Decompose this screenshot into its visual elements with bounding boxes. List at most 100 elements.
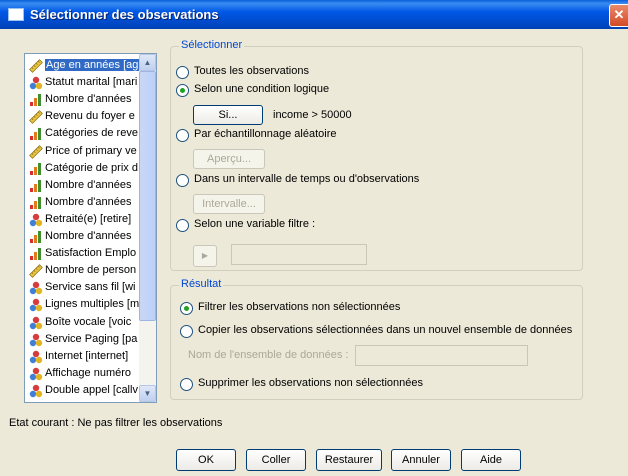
cancel-button[interactable]: Annuler (391, 449, 451, 471)
variable-label: Internet [internet] (45, 349, 129, 362)
variable-item[interactable]: Service sans fil [wi (27, 279, 142, 297)
variable-item[interactable]: Lignes multiples [m (27, 296, 142, 314)
nominal-icon (29, 316, 43, 330)
variable-label: Age en années [ag (45, 59, 140, 71)
variable-label: Catégories de reve (45, 127, 138, 140)
variable-label: Nombre de person (45, 264, 137, 277)
paste-button[interactable]: Coller (246, 449, 306, 471)
sample-button[interactable]: Aperçu... (193, 149, 265, 169)
variable-item[interactable]: Boîte vocale [voic (27, 314, 142, 332)
variable-item[interactable]: Catégories de reve (27, 125, 142, 143)
reset-button[interactable]: Restaurer (316, 449, 382, 471)
radio-circle[interactable] (180, 325, 193, 338)
variable-label: Retraité(e) [retire] (45, 212, 132, 225)
radio-copy-dataset-label: Copier les observations sélectionnées da… (198, 324, 573, 336)
radio-circle[interactable] (176, 174, 189, 187)
variable-item[interactable]: Service Paging [pa (27, 331, 142, 349)
radio-filter-variable-label: Selon une variable filtre : (194, 218, 316, 230)
variable-label: Nombre d'années (45, 178, 132, 191)
filter-variable-field[interactable] (231, 244, 367, 265)
radio-time-range-label: Dans un intervalle de temps ou d'observa… (194, 173, 420, 185)
variable-label: Double appel [callv (45, 383, 138, 396)
ruler-icon (29, 264, 43, 279)
radio-circle[interactable] (176, 66, 189, 79)
variable-item[interactable]: Statut marital [mari (27, 74, 142, 92)
radio-circle[interactable] (176, 129, 189, 142)
variable-item[interactable]: Nombre d'années (27, 228, 142, 246)
if-button[interactable]: Si... (193, 105, 263, 125)
radio-filter-out-label: Filtrer les observations non sélectionné… (198, 301, 401, 313)
radio-delete-label: Supprimer les observations non sélection… (198, 377, 424, 389)
variable-item[interactable]: Internet [internet] (27, 348, 142, 366)
nominal-icon (29, 333, 43, 347)
variable-label: Boîte vocale [voic (45, 315, 132, 328)
ruler-icon (29, 110, 43, 125)
variable-label: Lignes multiples [m (45, 298, 140, 311)
nominal-icon (29, 298, 43, 312)
variable-label: Nombre d'années (45, 93, 132, 106)
dataset-name-field[interactable] (355, 345, 528, 366)
variable-label: Price of primary ve (45, 144, 137, 157)
close-button[interactable]: ✕ (609, 4, 628, 27)
title-bar[interactable]: Sélectionner des observations ✕ (0, 0, 628, 29)
dataset-name-label: Nom de l'ensemble de données : (188, 349, 349, 361)
variable-item[interactable]: Nombre de person (27, 262, 142, 280)
variable-item[interactable]: Affichage numéro (27, 365, 142, 383)
nominal-icon (29, 213, 43, 227)
variable-label: Affichage numéro (45, 366, 132, 379)
radio-circle[interactable] (176, 219, 189, 232)
variable-label: Statut marital [mari (45, 76, 138, 89)
ordinal-icon (29, 179, 43, 193)
filter-arrow-button[interactable]: ▶ (193, 245, 217, 267)
variable-item[interactable]: Nombre d'années (27, 194, 142, 212)
nominal-icon (29, 384, 43, 398)
ordinal-icon (29, 230, 43, 244)
radio-random-sample-label: Par échantillonnage aléatoire (194, 128, 337, 140)
variable-label: Satisfaction Emplo (45, 247, 137, 260)
ruler-icon (29, 59, 43, 73)
variable-item[interactable]: Revenu du foyer e (27, 108, 142, 126)
range-button[interactable]: Intervalle... (193, 194, 265, 214)
radio-all-cases-label: Toutes les observations (194, 65, 309, 77)
window-title: Sélectionner des observations (30, 7, 219, 22)
current-status: Etat courant : Ne pas filtrer les observ… (9, 417, 223, 429)
result-group-legend: Résultat (179, 278, 224, 290)
ordinal-icon (29, 247, 43, 261)
variable-list-scrollbar[interactable]: ▲ ▼ (139, 54, 156, 402)
ordinal-icon (29, 196, 43, 210)
variable-label: Service Paging [pa (45, 332, 138, 345)
select-group-legend: Sélectionner (179, 39, 245, 51)
nominal-icon (29, 281, 43, 295)
variable-label: Revenu du foyer e (45, 110, 135, 123)
radio-circle[interactable] (176, 84, 189, 97)
variable-item[interactable]: Retraité(e) [retire] (27, 211, 142, 229)
variable-label: Nombre d'années (45, 195, 132, 208)
scroll-up-button[interactable]: ▲ (139, 54, 156, 71)
ordinal-icon (29, 93, 43, 107)
variable-item[interactable]: Age en années [ag (27, 57, 142, 75)
ordinal-icon (29, 162, 43, 176)
scroll-down-button[interactable]: ▼ (139, 385, 156, 402)
radio-circle[interactable] (180, 302, 193, 315)
condition-text: income > 50000 (273, 109, 352, 121)
ordinal-icon (29, 127, 43, 141)
variable-item[interactable]: Catégorie de prix d (27, 160, 142, 178)
scroll-thumb[interactable] (139, 71, 156, 321)
variable-item[interactable]: Price of primary ve (27, 143, 142, 161)
variable-label: Service sans fil [wi (45, 281, 136, 294)
nominal-icon (29, 367, 43, 381)
variable-item[interactable]: Nombre d'années (27, 91, 142, 109)
help-button[interactable]: Aide (461, 449, 521, 471)
variable-item[interactable]: Double appel [callv (27, 382, 142, 400)
app-icon (8, 8, 24, 21)
variable-label: Catégorie de prix d (45, 161, 138, 174)
nominal-icon (29, 350, 43, 364)
radio-circle[interactable] (180, 378, 193, 391)
ruler-icon (29, 144, 43, 159)
nominal-icon (29, 76, 43, 90)
variable-item[interactable]: Nombre d'années (27, 177, 142, 195)
variable-item[interactable]: Satisfaction Emplo (27, 245, 142, 263)
variable-list[interactable]: Age en années [ag Statut marital [mari Nom… (24, 53, 157, 403)
radio-if-condition-label: Selon une condition logique (194, 83, 330, 95)
ok-button[interactable]: OK (176, 449, 236, 471)
